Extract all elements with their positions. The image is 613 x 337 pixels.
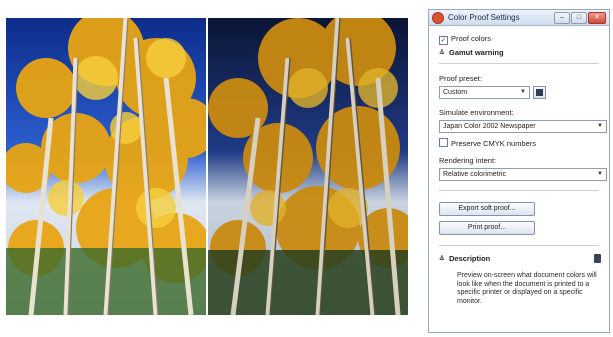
proof-preset-value: Custom [443,89,468,96]
chevron-down-icon[interactable]: ≚ [439,49,449,57]
proofed-photo [208,18,408,315]
export-soft-proof-button[interactable]: Export soft proof... [439,202,535,216]
description-text: Preview on-screen what document colors w… [457,272,597,305]
description-section[interactable]: ≙ Description [439,254,490,263]
divider [439,245,599,246]
color-proof-settings-panel: Color Proof Settings – □ ✕ ✓ Proof colors… [428,9,610,333]
chevron-up-icon[interactable]: ≙ [439,255,449,263]
save-icon [536,89,543,96]
preserve-cmyk-label: Preserve CMYK numbers [451,139,537,148]
proof-colors-checkbox[interactable]: ✓ [439,36,448,45]
rendering-intent-value: Relative colorimetric [443,171,507,178]
simulate-environment-dropdown[interactable]: Japan Color 2002 Newspaper ▼ [439,120,607,133]
rendering-intent-dropdown[interactable]: Relative colorimetric ▼ [439,168,607,181]
simulate-environment-value: Japan Color 2002 Newspaper [443,123,536,130]
preserve-cmyk-checkbox[interactable] [439,138,448,147]
proof-preset-label: Proof preset: [439,74,482,83]
title-bar[interactable]: Color Proof Settings – □ ✕ [429,10,609,26]
dropdown-arrow-icon: ▼ [520,89,526,95]
simulate-environment-label: Simulate environment: [439,108,514,117]
close-button[interactable]: ✕ [588,11,606,24]
proof-colors-label: Proof colors [451,34,492,43]
dropdown-arrow-icon: ▼ [597,171,603,177]
original-photo [6,18,206,315]
divider [439,190,599,191]
maximize-button[interactable]: □ [571,11,587,24]
preserve-cmyk-row[interactable]: Preserve CMYK numbers [439,138,536,148]
window-title: Color Proof Settings [448,13,520,22]
divider [439,63,599,64]
dropdown-arrow-icon: ▼ [597,123,603,129]
color-proof-app-icon [432,11,444,24]
proof-colors-row[interactable]: ✓ Proof colors [439,34,491,45]
minimize-button[interactable]: – [554,11,570,24]
description-title: Description [449,254,491,263]
print-proof-button[interactable]: Print proof... [439,221,535,235]
save-preset-button[interactable] [533,86,546,99]
rendering-intent-label: Rendering intent: [439,156,497,165]
info-icon[interactable] [594,254,601,263]
gamut-warning-section[interactable]: ≚ Gamut warning [439,48,504,57]
proof-preset-dropdown[interactable]: Custom ▼ [439,86,530,99]
gamut-warning-label: Gamut warning [449,48,504,57]
